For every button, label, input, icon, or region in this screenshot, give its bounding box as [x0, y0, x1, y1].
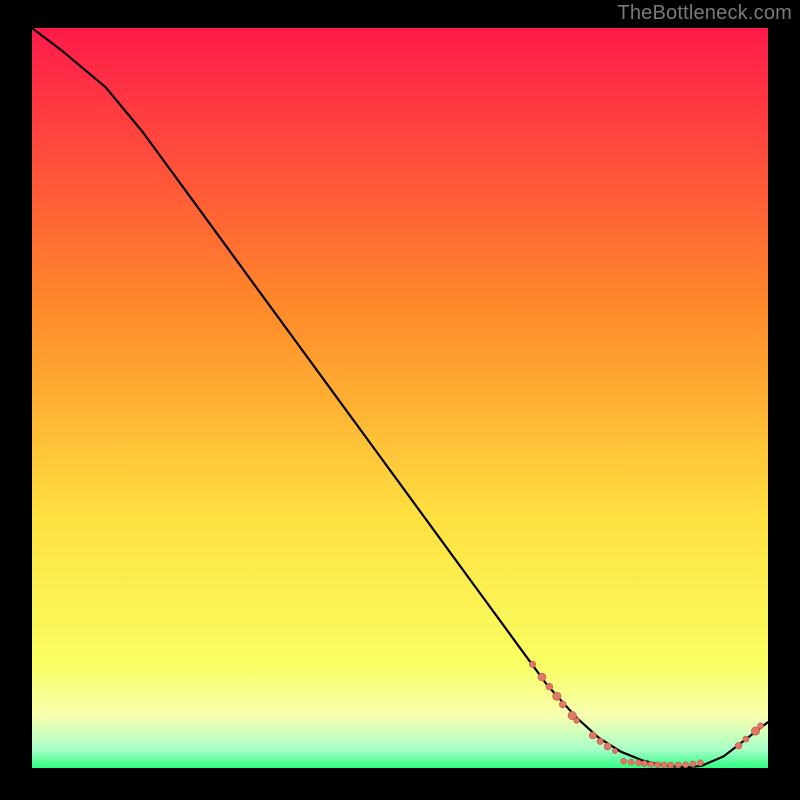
data-marker	[612, 748, 617, 753]
data-marker	[604, 743, 611, 750]
data-marker	[538, 673, 546, 681]
data-marker	[636, 760, 642, 766]
data-marker	[553, 692, 561, 700]
data-marker	[597, 738, 603, 744]
data-marker	[546, 683, 553, 690]
gradient-background	[32, 28, 768, 768]
data-marker	[758, 723, 764, 729]
data-marker	[641, 761, 647, 767]
data-marker	[621, 758, 627, 764]
data-marker	[675, 762, 681, 768]
data-marker	[661, 762, 667, 768]
data-marker	[697, 760, 703, 766]
data-marker	[628, 759, 634, 765]
data-marker	[529, 661, 535, 667]
data-marker	[655, 762, 661, 768]
data-marker	[559, 701, 566, 708]
chart-svg	[32, 28, 768, 768]
data-marker	[743, 736, 749, 742]
watermark-text: TheBottleneck.com	[617, 2, 792, 25]
data-marker	[683, 762, 689, 768]
data-marker	[690, 761, 696, 767]
data-marker	[735, 742, 742, 749]
data-marker	[648, 761, 654, 767]
data-marker	[574, 718, 580, 724]
data-marker	[589, 732, 596, 739]
data-marker	[668, 762, 674, 768]
plot-area	[32, 28, 768, 768]
chart-frame: TheBottleneck.com	[0, 0, 800, 800]
